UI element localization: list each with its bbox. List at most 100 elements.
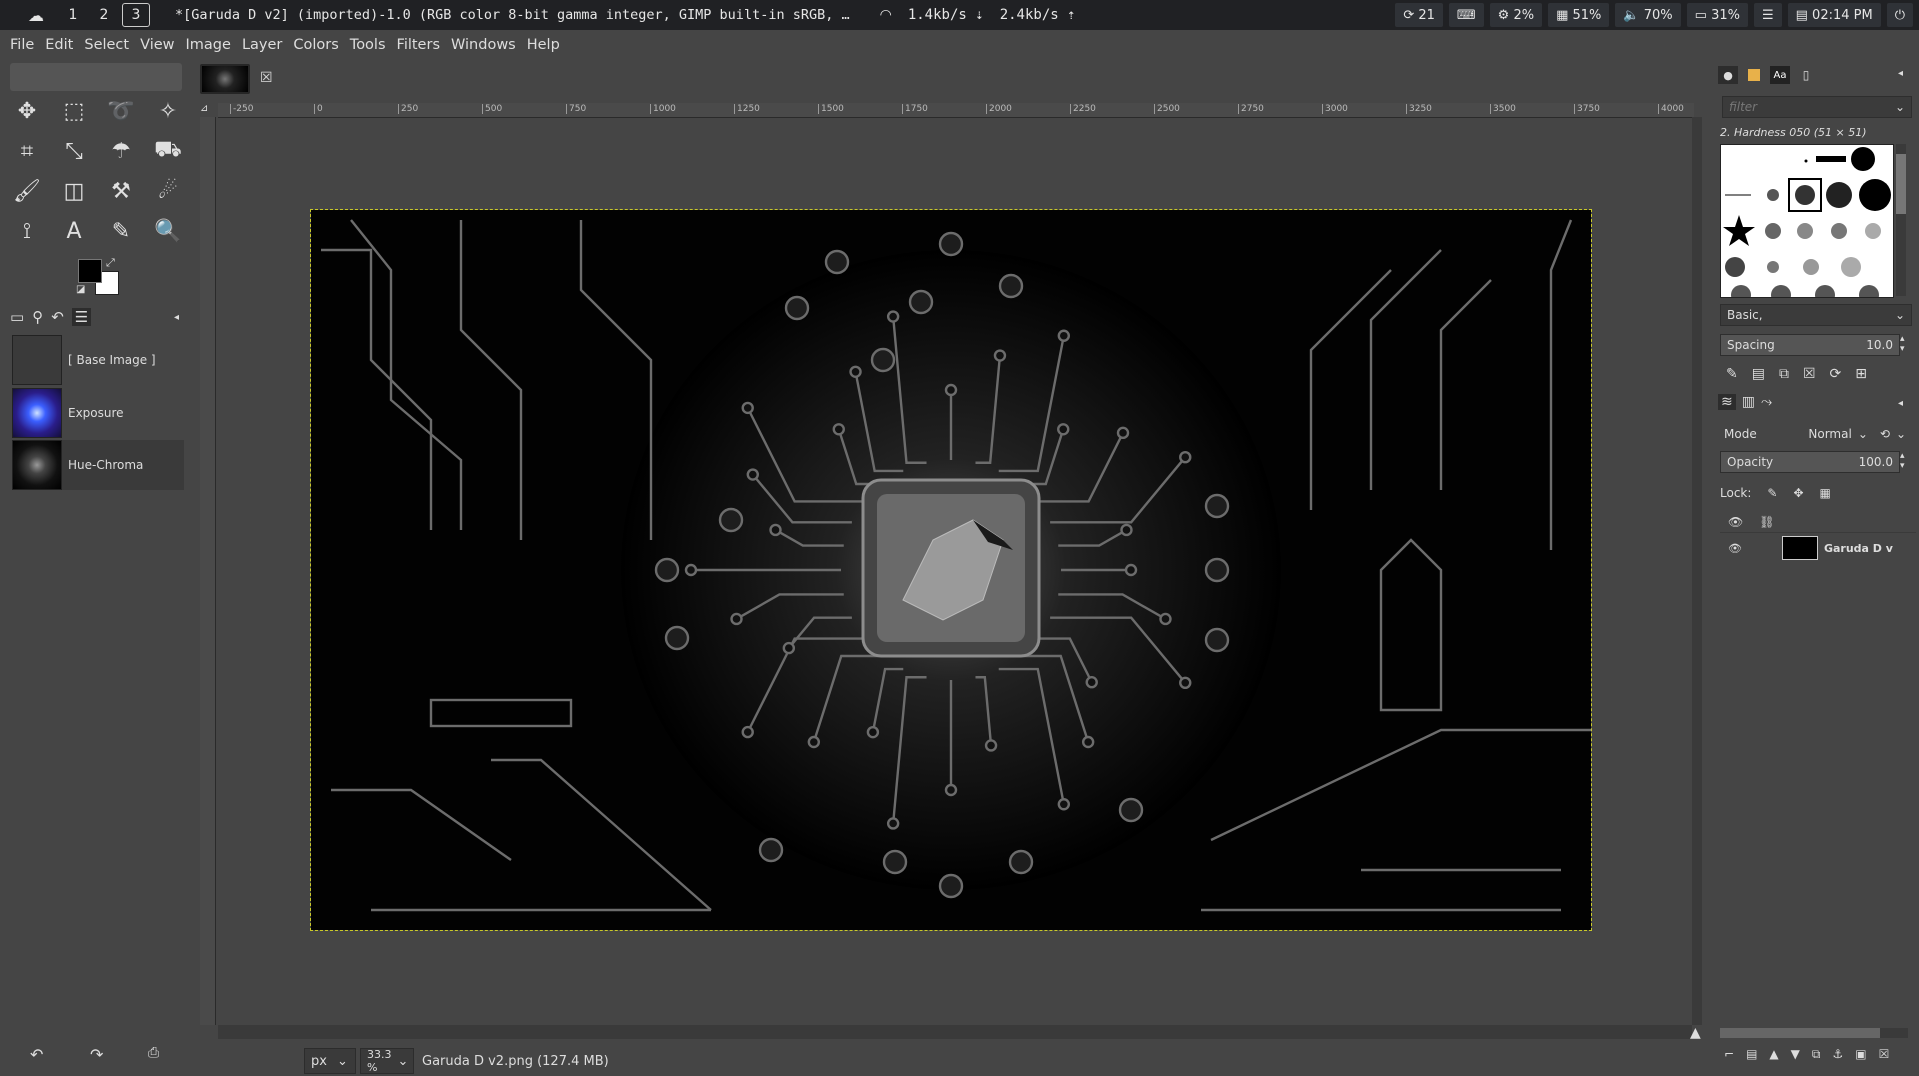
swap-colors-icon[interactable]: ⤢ xyxy=(106,256,115,270)
menu-file[interactable]: File xyxy=(10,37,34,53)
lasso-icon[interactable]: ➰ xyxy=(106,96,136,126)
panel-menu-icon[interactable]: ◂ xyxy=(1898,68,1903,79)
undo-icon[interactable]: ↶ xyxy=(30,1045,43,1064)
brush-preset-select[interactable]: Basic, ⌄ xyxy=(1720,304,1912,326)
lock-position-icon[interactable]: ✥ xyxy=(1793,486,1803,500)
menu-windows[interactable]: Windows xyxy=(451,37,516,53)
open-brush-icon[interactable]: ⊞ xyxy=(1855,366,1867,382)
duplicate-brush-icon[interactable]: ⧉ xyxy=(1779,366,1789,382)
default-colors-icon[interactable]: ◪ xyxy=(76,284,85,295)
brush-grid[interactable] xyxy=(1720,144,1894,298)
layer-row[interactable]: 👁 Garuda D v xyxy=(1720,534,1916,562)
clear-history-icon[interactable]: ⎙ xyxy=(148,1045,159,1061)
panel-menu-icon[interactable]: ◂ xyxy=(1898,398,1903,409)
menu-edit[interactable]: Edit xyxy=(45,37,73,53)
mask-icon[interactable]: ▣ xyxy=(1855,1047,1866,1062)
lock-alpha-icon[interactable]: ▦ xyxy=(1820,486,1831,500)
list-item[interactable]: Hue-Chroma xyxy=(12,440,184,490)
delete-brush-icon[interactable]: ☒ xyxy=(1803,366,1816,382)
menu-filters[interactable]: Filters xyxy=(397,37,440,53)
horizontal-scrollbar[interactable] xyxy=(218,1025,1692,1039)
raise-layer-icon[interactable]: ▲ xyxy=(1769,1047,1778,1062)
image-canvas[interactable] xyxy=(310,209,1592,931)
layers-tab-icon[interactable]: ≋ xyxy=(1718,394,1736,410)
opacity-spinner[interactable]: Opacity 100.0 xyxy=(1720,451,1900,473)
channels-tab-icon[interactable]: ▥ xyxy=(1742,394,1755,410)
fonts-tab-icon[interactable]: Aa xyxy=(1770,66,1790,84)
memory-widget[interactable]: ▦ 51% xyxy=(1548,3,1610,27)
cpu-widget[interactable]: ⚙ 2% xyxy=(1489,3,1543,27)
foreground-color-swatch[interactable] xyxy=(78,259,102,283)
tool-options-tab-icon[interactable]: ▭ xyxy=(10,308,24,326)
zoom-selector[interactable]: 33.3 % ⌄ xyxy=(360,1048,414,1074)
refresh-brushes-icon[interactable]: ⟳ xyxy=(1830,366,1842,382)
unit-selector[interactable]: px ⌄ xyxy=(304,1048,356,1074)
image-tab[interactable] xyxy=(200,64,250,94)
volume-widget[interactable]: 🔈 70% xyxy=(1615,3,1681,27)
settings-widget[interactable]: ☰ xyxy=(1753,3,1782,27)
paths-tab-icon[interactable]: ⤳ xyxy=(1761,394,1772,410)
panel-menu-icon[interactable]: ◂ xyxy=(174,312,179,323)
power-button[interactable]: ⏻ xyxy=(1886,3,1913,27)
quick-mask-toggle-icon[interactable]: ⊿ xyxy=(200,103,214,117)
new-layer-icon[interactable]: ⌐ xyxy=(1724,1047,1734,1062)
brush-filter-input[interactable]: filter ⌄ xyxy=(1722,96,1912,118)
duplicate-layer-icon[interactable]: ⧉ xyxy=(1812,1047,1821,1062)
vertical-ruler[interactable] xyxy=(200,117,216,1025)
document-history-tab-icon[interactable]: ▯ xyxy=(1796,66,1816,84)
images-tab-icon[interactable]: ☰ xyxy=(71,308,92,326)
eraser-icon[interactable]: ◫ xyxy=(59,176,89,206)
updates-widget[interactable]: ⟳ 21 xyxy=(1395,3,1443,27)
menu-view[interactable]: View xyxy=(140,37,174,53)
fuzzy-select-icon[interactable]: ✧ xyxy=(153,96,183,126)
clock-widget[interactable]: ▤ 02:14 PM xyxy=(1787,3,1881,27)
workspace-1[interactable]: 1 xyxy=(60,4,86,26)
move-tool-icon[interactable]: ✥ xyxy=(12,96,42,126)
patterns-tab-icon[interactable] xyxy=(1744,66,1764,84)
vertical-scrollbar[interactable] xyxy=(1692,117,1702,1025)
mode-reset-icon[interactable]: ⟲ xyxy=(1880,427,1890,441)
menu-select[interactable]: Select xyxy=(84,37,129,53)
wilber-drop-area[interactable] xyxy=(10,63,182,91)
zoom-icon[interactable]: 🔍 xyxy=(153,216,183,246)
chevron-down-icon[interactable]: ⌄ xyxy=(1896,427,1906,441)
spacing-spinner[interactable]: Spacing 10.0 xyxy=(1720,334,1900,356)
device-status-tab-icon[interactable]: ⚲ xyxy=(32,308,43,326)
keyboard-widget[interactable]: ⌨ xyxy=(1448,3,1484,27)
paintbrush-icon[interactable]: 🖌 xyxy=(12,176,42,206)
color-picker-icon[interactable]: ✎ xyxy=(106,216,136,246)
battery-widget[interactable]: ▭ 31% xyxy=(1686,3,1748,27)
garuda-logo-icon[interactable]: ☁ xyxy=(28,6,44,25)
menu-colors[interactable]: Colors xyxy=(293,37,338,53)
undo-history-tab-icon[interactable]: ↶ xyxy=(51,308,64,326)
menu-help[interactable]: Help xyxy=(527,37,560,53)
brushes-tab-icon[interactable]: ● xyxy=(1718,66,1738,84)
workspace-2[interactable]: 2 xyxy=(91,4,117,26)
redo-icon[interactable]: ↷ xyxy=(90,1045,103,1064)
horizontal-ruler[interactable]: -250 0 250 500 750 1000 1250 1500 1750 2000 2250 25… xyxy=(218,103,1694,118)
workspace-3[interactable]: 3 xyxy=(122,3,150,27)
lock-pixels-icon[interactable]: ✎ xyxy=(1767,486,1777,500)
mode-select[interactable]: Normal ⌄ xyxy=(1808,427,1867,441)
warp-icon[interactable]: ☂ xyxy=(106,136,136,166)
anchor-layer-icon[interactable]: ⚓ xyxy=(1832,1047,1843,1062)
menu-image[interactable]: Image xyxy=(186,37,231,53)
smudge-icon[interactable]: ☄ xyxy=(153,176,183,206)
lower-layer-icon[interactable]: ▼ xyxy=(1791,1047,1800,1062)
crop-icon[interactable]: ⌗ xyxy=(12,136,42,166)
rect-select-icon[interactable]: ⬚ xyxy=(59,96,89,126)
spin-arrows-icon[interactable]: ▴ ▾ xyxy=(1900,451,1905,471)
delete-layer-icon[interactable]: ☒ xyxy=(1879,1047,1890,1062)
clone-icon[interactable]: ⚒ xyxy=(106,176,136,206)
transform-icon[interactable]: ⤡ xyxy=(59,136,89,166)
edit-brush-icon[interactable]: ✎ xyxy=(1726,366,1738,382)
text-icon[interactable]: A xyxy=(59,216,89,246)
visibility-icon[interactable]: 👁 xyxy=(1728,542,1742,555)
close-tab-icon[interactable]: ☒ xyxy=(260,70,273,86)
brush-scrollbar[interactable] xyxy=(1896,144,1906,296)
path-icon[interactable]: ⟟ xyxy=(12,216,42,246)
menu-tools[interactable]: Tools xyxy=(350,37,386,53)
spin-arrows-icon[interactable]: ▴ ▾ xyxy=(1900,334,1905,354)
navigate-icon[interactable]: ▲ xyxy=(1690,1025,1701,1041)
new-group-icon[interactable]: ▤ xyxy=(1746,1047,1757,1062)
